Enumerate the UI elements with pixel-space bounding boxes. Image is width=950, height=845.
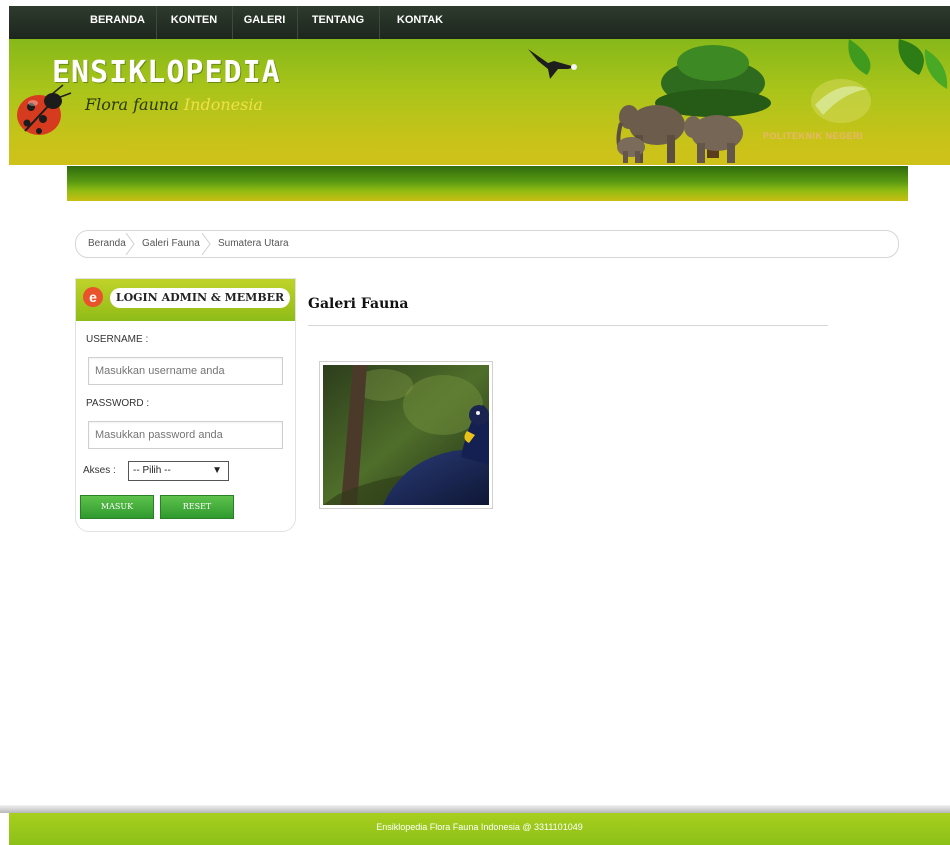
eagle-icon (528, 49, 577, 79)
nav-kontak[interactable]: KONTAK (379, 6, 461, 39)
password-label: PASSWORD : (86, 398, 150, 409)
akses-selected-value: -- Pilih -- (133, 465, 171, 476)
partner-name: POLITEKNIK NEGERI (763, 131, 864, 141)
subtitle-accent: Indonesia (183, 95, 263, 114)
elephants-icon (616, 105, 743, 163)
breadcrumb-sumatera-utara: Sumatera Utara (218, 238, 289, 249)
login-title: LOGIN ADMIN & MEMBER (110, 288, 290, 308)
akses-select[interactable]: -- Pilih -- ▼ (128, 461, 229, 481)
title-divider (308, 325, 828, 326)
nav-konten[interactable]: KONTEN (156, 6, 233, 39)
footer: Ensiklopedia Flora Fauna Indonesia @ 331… (9, 813, 950, 845)
nav-tentang[interactable]: TENTANG (297, 6, 380, 39)
username-input[interactable] (88, 357, 283, 385)
site-title: ENSIKLOPEDIA (52, 55, 281, 90)
login-header: e LOGIN ADMIN & MEMBER (76, 279, 295, 321)
header-subbar (67, 166, 908, 201)
login-panel: e LOGIN ADMIN & MEMBER USERNAME : PASSWO… (75, 278, 296, 532)
e-logo-icon: e (83, 287, 103, 307)
footer-text: Ensiklopedia Flora Fauna Indonesia @ 331… (376, 822, 583, 832)
breadcrumb-separator-icon (125, 233, 135, 255)
top-nav: BERANDA KONTEN GALERI TENTANG KONTAK (9, 6, 950, 39)
page-title: Galeri Fauna (308, 296, 409, 312)
nav-beranda[interactable]: BERANDA (79, 6, 157, 39)
nav-galeri[interactable]: GALERI (232, 6, 298, 39)
breadcrumb-separator-icon (201, 233, 211, 255)
masuk-button[interactable]: MASUK (80, 495, 154, 519)
subtitle-main: Flora fauna (85, 95, 179, 114)
ladybug-icon (17, 84, 72, 135)
leaves-icon (848, 39, 948, 89)
password-input[interactable] (88, 421, 283, 449)
bird-photo (323, 365, 489, 505)
akses-label: Akses : (83, 465, 116, 476)
gallery-thumbnail[interactable] (319, 361, 493, 509)
dropdown-arrow-icon: ▼ (212, 465, 222, 476)
username-label: USERNAME : (86, 334, 149, 345)
breadcrumb-galeri-fauna[interactable]: Galeri Fauna (142, 231, 200, 257)
reset-button[interactable]: RESET (160, 495, 234, 519)
breadcrumb: Beranda Galeri Fauna Sumatera Utara (75, 230, 899, 258)
breadcrumb-beranda[interactable]: Beranda (88, 231, 126, 257)
site-subtitle: Flora fauna Indonesia (85, 95, 263, 114)
footer-shadow (0, 805, 950, 813)
header-banner: ENSIKLOPEDIA Flora fauna Indonesia POLIT… (9, 39, 950, 165)
